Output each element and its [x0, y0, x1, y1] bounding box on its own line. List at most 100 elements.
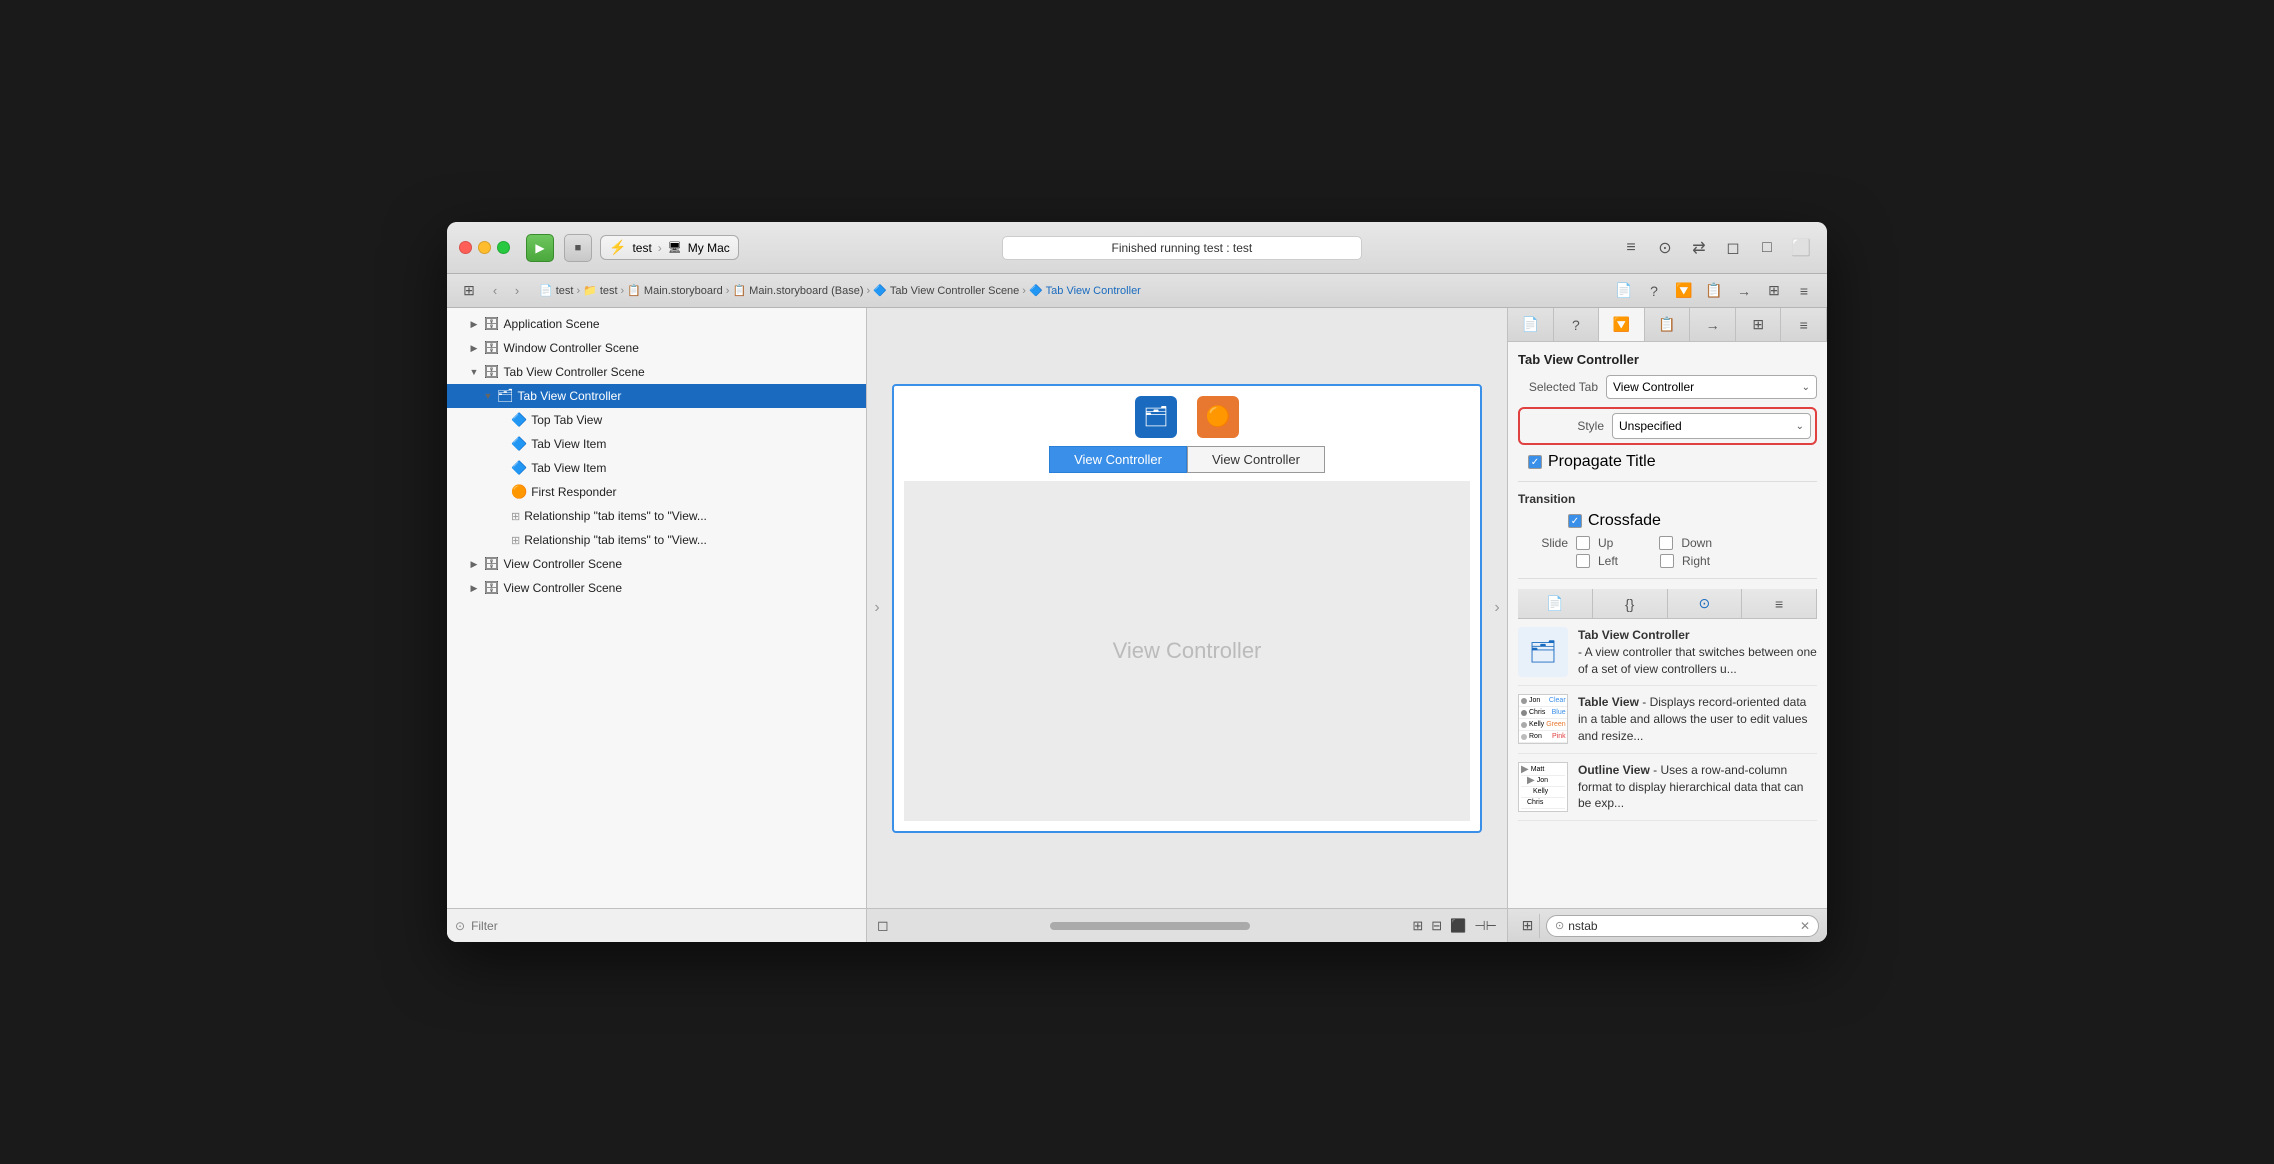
status-text: Finished running test : test: [1112, 241, 1253, 255]
rp-tab-attributes[interactable]: 🔽: [1599, 308, 1645, 341]
first-responder-icon-btn[interactable]: 🟠: [1197, 396, 1239, 438]
relationship-icon: ⊞: [511, 510, 520, 523]
canvas-right-handle[interactable]: ›: [1487, 599, 1507, 617]
rp-bottom-grid-icon[interactable]: ⊞: [1516, 914, 1540, 938]
minimize-button[interactable]: [478, 241, 491, 254]
rp-tab-effects[interactable]: ≡: [1781, 308, 1827, 341]
layout-icon[interactable]: ⊟: [1431, 918, 1442, 934]
inspector-toggle-btn[interactable]: ⬜: [1787, 234, 1815, 262]
sidebar-item-tab-view-item-1[interactable]: ▶ 🔷 Tab View Item: [447, 432, 866, 456]
bc-storyboard-icon: 📋: [627, 284, 641, 297]
sidebar-item-view-controller-scene-1[interactable]: ▶ 🗄 View Controller Scene: [447, 552, 866, 576]
stop-button[interactable]: ■: [564, 234, 592, 262]
bindings-icon[interactable]: ⊞: [1761, 278, 1787, 304]
sidebar-item-application-scene[interactable]: ▶ 🗄 Application Scene: [447, 312, 866, 336]
editor-toggle-btn[interactable]: □: [1753, 234, 1781, 262]
rp-style-select[interactable]: Unspecified ⌄: [1612, 413, 1811, 439]
bc-item-tab-controller[interactable]: 🔷 Tab View Controller: [1029, 284, 1141, 297]
nav-arrows-icon-btn[interactable]: ⇄: [1685, 234, 1713, 262]
frame-icon[interactable]: ⬛: [1450, 918, 1466, 934]
grid-view-icon[interactable]: ⊞: [457, 279, 481, 303]
bc-item-tab-scene[interactable]: 🔷 Tab View Controller Scene: [873, 284, 1019, 297]
rp-tab-bindings[interactable]: ⊞: [1736, 308, 1782, 341]
lib-title-table-view: Table View: [1578, 695, 1639, 709]
back-button[interactable]: ‹: [485, 281, 505, 301]
canvas-bottom-bar: ◻ ⊞ ⊟ ⬛ ⊣⊢: [867, 908, 1507, 942]
sidebar-item-label: Tab View Item: [531, 437, 606, 451]
rp-tab-identity[interactable]: 📋: [1645, 308, 1691, 341]
sidebar-item-window-controller-scene[interactable]: ▶ 🗄 Window Controller Scene: [447, 336, 866, 360]
rp-tab-connections[interactable]: →: [1690, 308, 1736, 341]
search-clear-icon[interactable]: ✕: [1800, 919, 1810, 933]
sidebar-toggle-btn[interactable]: ◻: [1719, 234, 1747, 262]
canvas-left-handle[interactable]: ›: [867, 599, 887, 617]
rp-right-label: Right: [1682, 554, 1710, 568]
zoom-button[interactable]: [497, 241, 510, 254]
rp-tab2-file[interactable]: 📄: [1518, 589, 1593, 618]
identity-icon[interactable]: 📋: [1701, 278, 1727, 304]
rp-tab-file[interactable]: 📄: [1508, 308, 1554, 341]
rp-tab2-code[interactable]: {}: [1593, 589, 1668, 618]
propagate-title-checkbox[interactable]: ✓: [1528, 455, 1542, 469]
rp-search-bar[interactable]: ⊙ nstab ✕: [1546, 915, 1819, 937]
scene-content: View Controller: [904, 481, 1470, 821]
search-icon: ⊙: [1555, 919, 1564, 932]
profile-icon-btn[interactable]: ⊙: [1651, 234, 1679, 262]
rp-selected-tab-select[interactable]: View Controller ⌄: [1606, 375, 1817, 399]
attributes-icon[interactable]: 🔽: [1671, 278, 1697, 304]
grid-icon[interactable]: ⊞: [1412, 918, 1423, 934]
tab-btn-2[interactable]: View Controller: [1187, 446, 1325, 473]
rp-search-value: nstab: [1568, 919, 1597, 933]
bc-item-test1[interactable]: 📄 test: [539, 284, 573, 297]
titlebar-right: ≡ ⊙ ⇄ ◻ □ ⬜: [1617, 234, 1815, 262]
align-icon[interactable]: ⊣⊢: [1474, 918, 1497, 934]
canvas-scroll[interactable]: › 🗂 🟠 View Controller View Controller: [867, 308, 1507, 908]
bc-item-test2[interactable]: 📁 test: [583, 284, 617, 297]
right-checkbox[interactable]: [1660, 554, 1674, 568]
rp-down-label: Down: [1681, 536, 1712, 550]
right-panel: 📄 ? 🔽 📋 → ⊞ ≡ Tab View Controller Select…: [1507, 308, 1827, 942]
right-panel-content: Tab View Controller Selected Tab View Co…: [1508, 342, 1827, 908]
canvas-bottom-icons: ⊞ ⊟ ⬛ ⊣⊢: [1412, 918, 1497, 934]
storyboard-scene: 🗂 🟠 View Controller View Controller View…: [892, 384, 1482, 833]
filter-input[interactable]: [471, 919, 858, 933]
bc-item-storyboard[interactable]: 📋 Main.storyboard: [627, 284, 723, 297]
run-button[interactable]: ▶: [526, 234, 554, 262]
rp-tab-help[interactable]: ?: [1554, 308, 1600, 341]
sidebar-item-tab-controller-scene[interactable]: ▼ 🗄 Tab View Controller Scene: [447, 360, 866, 384]
sidebar-item-tab-view-controller[interactable]: ▼ 🗂 Tab View Controller: [447, 384, 866, 408]
rp-tab2-media[interactable]: ⊙: [1668, 589, 1743, 618]
rp-tab2-snippets[interactable]: ≡: [1742, 589, 1817, 618]
help-icon[interactable]: ?: [1641, 278, 1667, 304]
sidebar-toggle-icon[interactable]: ◻: [877, 917, 889, 934]
rp-left-label: Left: [1598, 554, 1618, 568]
up-checkbox[interactable]: [1576, 536, 1590, 550]
sidebar-item-tab-view-item-2[interactable]: ▶ 🔷 Tab View Item: [447, 456, 866, 480]
rp-section-title: Tab View Controller: [1518, 352, 1817, 367]
sidebar-item-label: Top Tab View: [531, 413, 602, 427]
rp-selected-tab-row: Selected Tab View Controller ⌄: [1518, 375, 1817, 399]
rp-slide-row-2: Left Right: [1518, 554, 1817, 568]
tab-view-controller-icon-btn[interactable]: 🗂: [1135, 396, 1177, 438]
file-inspector-icon[interactable]: 📄: [1611, 278, 1637, 304]
forward-button[interactable]: ›: [507, 281, 527, 301]
main-window: ▶ ■ ⚡ test › 🖥 My Mac Finished running t…: [447, 222, 1827, 942]
tab-btn-1[interactable]: View Controller: [1049, 446, 1187, 473]
sidebar-filter: ⊙: [447, 908, 866, 942]
view-effects-icon[interactable]: ≡: [1791, 278, 1817, 304]
scheme-selector[interactable]: ⚡ test › 🖥 My Mac: [600, 235, 739, 260]
close-button[interactable]: [459, 241, 472, 254]
bc-tab-controller-icon: 🔷: [1029, 284, 1043, 297]
scrollbar-thumb[interactable]: [1050, 922, 1250, 930]
sidebar-item-top-tab-view[interactable]: ▶ 🔷 Top Tab View: [447, 408, 866, 432]
sidebar-item-view-controller-scene-2[interactable]: ▶ 🗄 View Controller Scene: [447, 576, 866, 600]
sidebar-item-relationship-1[interactable]: ▶ ⊞ Relationship "tab items" to "View...: [447, 504, 866, 528]
crossfade-checkbox[interactable]: ✓: [1568, 514, 1582, 528]
left-checkbox[interactable]: [1576, 554, 1590, 568]
sidebar-item-relationship-2[interactable]: ▶ ⊞ Relationship "tab items" to "View...: [447, 528, 866, 552]
sidebar-item-first-responder[interactable]: ▶ 🟠 First Responder: [447, 480, 866, 504]
connections-icon[interactable]: →: [1731, 278, 1757, 304]
bc-item-storyboard-base[interactable]: 📋 Main.storyboard (Base): [732, 284, 863, 297]
hamburger-icon-btn[interactable]: ≡: [1617, 234, 1645, 262]
down-checkbox[interactable]: [1659, 536, 1673, 550]
